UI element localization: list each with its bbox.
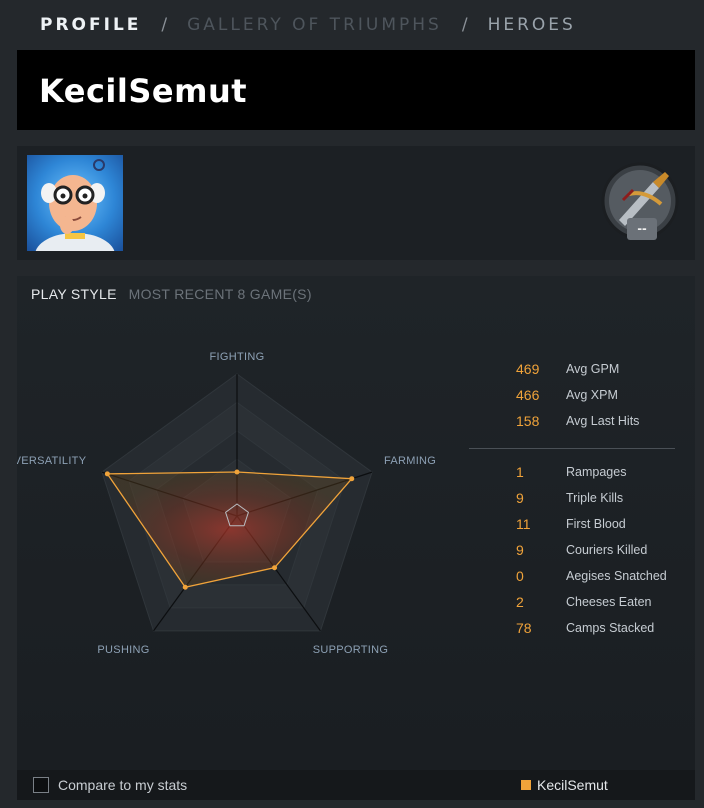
stat-label: Aegises Snatched [566,569,667,583]
stat-value: 158 [516,413,540,429]
breadcrumb-separator: / [161,15,168,35]
nav-profile[interactable]: PROFILE [40,15,141,35]
stat-row: 2 Cheeses Eaten [469,589,685,615]
compare-footer: Compare to my stats KecilSemut [17,770,695,800]
compare-checkbox[interactable] [33,777,49,793]
stat-row: 78 Camps Stacked [469,615,685,641]
play-style-panel: PLAY STYLE MOST RECENT 8 GAME(S) FIGHTIN… [17,276,695,770]
avatar-bar: -- [17,146,695,260]
stat-value: 2 [516,594,524,610]
avatar-image [35,159,115,251]
stat-value: 78 [516,620,532,636]
stat-label: Avg Last Hits [566,414,640,428]
stat-label: Triple Kills [566,491,624,505]
radar-axis-label: FIGHTING [210,351,265,363]
legend-swatch [521,780,531,790]
rank-label: -- [627,218,657,240]
radar-data-point [182,584,188,590]
stat-row: 158 Avg Last Hits [469,408,685,434]
radar-data-point [272,565,278,571]
stat-value: 0 [516,568,524,584]
breadcrumb-separator: / [461,15,468,35]
stat-value: 469 [516,361,540,377]
stats-list: 469 Avg GPM 466 Avg XPM 158 Avg Last Hits 1 Ra… [469,356,685,641]
stat-row: 0 Aegises Snatched [469,563,685,589]
breadcrumb: PROFILE / GALLERY OF TRIUMPHS / HEROES [40,12,576,38]
player-name: KecilSemut [39,72,248,110]
legend-label: KecilSemut [537,777,608,793]
play-style-header: PLAY STYLE MOST RECENT 8 GAME(S) [31,286,312,302]
compare-label: Compare to my stats [58,777,188,793]
stat-label: Rampages [566,465,627,479]
nav-gallery-of-triumphs[interactable]: GALLERY OF TRIUMPHS [187,15,442,35]
stat-row: 469 Avg GPM [469,356,685,382]
stat-value: 1 [516,464,524,480]
stat-label: Cheeses Eaten [566,595,652,609]
stat-value: 466 [516,387,540,403]
stat-label: Avg XPM [566,388,618,402]
radar-data-point [349,476,355,482]
stat-row: 11 First Blood [469,511,685,537]
radar-data-point [234,469,240,475]
stat-value: 11 [516,516,531,532]
play-style-radar-chart: FIGHTING FARMING SUPPORTING PUSHING VERSATIL… [17,351,436,656]
stat-row: 1 Rampages [469,459,685,485]
stat-label: Avg GPM [566,362,620,376]
nav-heroes[interactable]: HEROES [488,15,576,35]
radar-data-point [104,471,110,477]
play-style-subtitle: MOST RECENT 8 GAME(S) [128,286,312,302]
stat-value: 9 [516,490,524,506]
radar-axis-label: PUSHING [97,644,149,656]
stat-label: Camps Stacked [566,621,655,635]
play-style-title: PLAY STYLE [31,286,117,302]
radar-axis-label: FARMING [384,455,436,467]
stat-label: Couriers Killed [566,543,648,557]
radar-axis-label: SUPPORTING [313,644,389,656]
player-name-bar: KecilSemut [17,50,695,130]
stat-row: 466 Avg XPM [469,382,685,408]
avatar[interactable] [27,155,123,251]
radar-axis-label: VERSATILITY [17,455,87,467]
stat-label: First Blood [566,517,626,531]
stats-divider [469,448,675,449]
stat-row: 9 Couriers Killed [469,537,685,563]
stat-row: 9 Triple Kills [469,485,685,511]
stat-value: 9 [516,542,524,558]
